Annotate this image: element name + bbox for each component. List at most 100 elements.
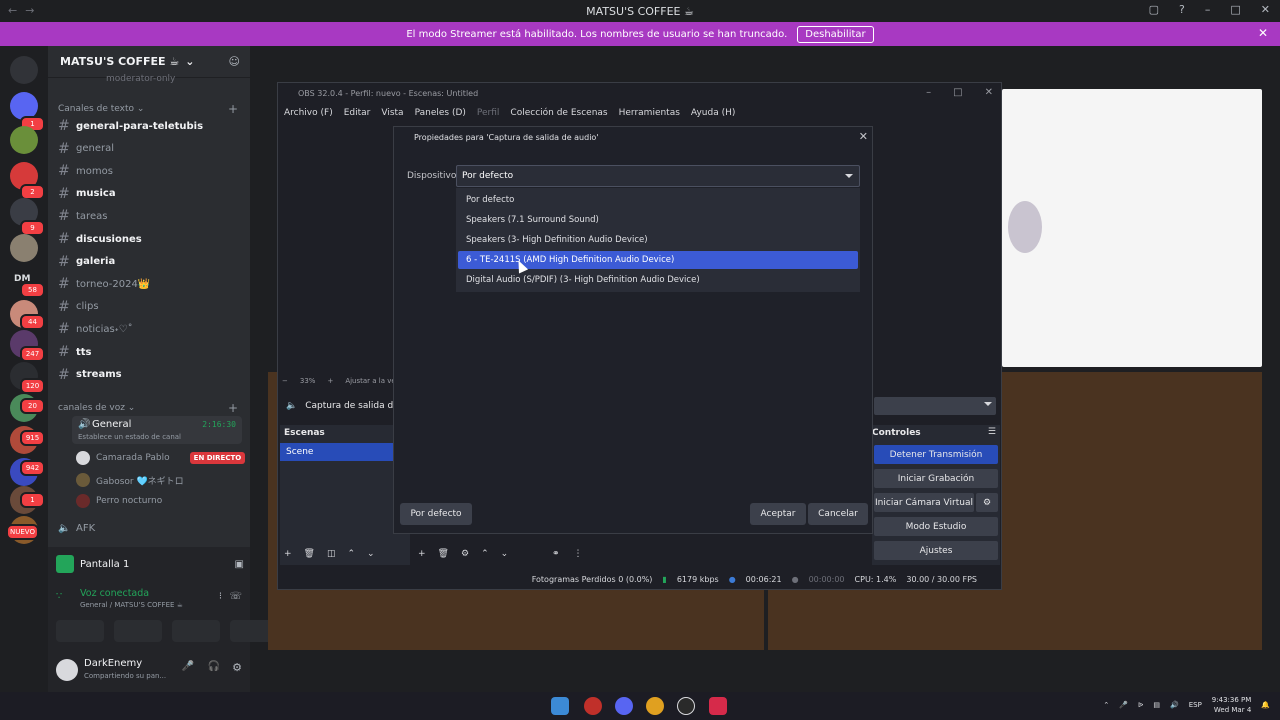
network-icon[interactable]: ▤ xyxy=(1153,701,1160,709)
close-icon[interactable]: ✕ xyxy=(1261,3,1270,16)
nav-arrows[interactable]: ←→ xyxy=(8,4,42,17)
voice-channel-general[interactable]: 🔊 General 2:16:30 Establece un estado de… xyxy=(72,416,242,444)
close-banner-icon[interactable]: ✕ xyxy=(1258,26,1268,40)
start-virtual-camera-button[interactable]: Iniciar Cámara Virtual xyxy=(874,493,974,512)
text-category[interactable]: Canales de texto ⌄ + xyxy=(58,102,238,116)
disconnect-icon[interactable]: ☏ xyxy=(229,591,242,602)
add-icon[interactable]: + xyxy=(284,549,292,559)
headphones-icon[interactable]: 🎧 xyxy=(208,661,220,672)
down-icon[interactable]: ⌄ xyxy=(501,549,509,559)
gear-icon[interactable]: ⚙ xyxy=(232,661,242,674)
text-channel[interactable]: # galeria xyxy=(58,252,242,272)
server-icon[interactable] xyxy=(10,126,38,154)
live-badge[interactable]: EN DIRECTO xyxy=(189,452,246,464)
menu-profile[interactable]: Perfil xyxy=(477,108,500,118)
windows-start-icon[interactable] xyxy=(551,697,569,715)
device-select[interactable]: Por defecto xyxy=(456,165,860,187)
maximize-icon[interactable]: □ xyxy=(953,87,962,98)
cancel-button[interactable]: Cancelar xyxy=(808,503,868,525)
voice-user[interactable]: Perro nocturno xyxy=(76,492,162,510)
start-recording-button[interactable]: Iniciar Grabación xyxy=(874,469,998,488)
add-channel-icon[interactable]: + xyxy=(228,401,238,415)
activities-button[interactable] xyxy=(172,620,220,642)
camera-button[interactable] xyxy=(56,620,104,642)
trash-icon[interactable]: 🗑 xyxy=(304,549,315,559)
app-icon[interactable] xyxy=(584,697,602,715)
stop-stream-button[interactable]: Detener Transmisión xyxy=(874,445,998,464)
text-channel[interactable]: # torneo-2024👑 xyxy=(58,274,242,294)
menu-tools[interactable]: Herramientas xyxy=(619,108,680,118)
device-option[interactable]: Digital Audio (S/PDIF) (3- High Definiti… xyxy=(458,271,858,289)
device-option[interactable]: Speakers (7.1 Surround Sound) xyxy=(458,211,858,229)
voice-status[interactable]: Establece un estado de canal xyxy=(78,433,181,441)
chrome-icon[interactable] xyxy=(646,697,664,715)
text-channel[interactable]: # general-para-teletubis xyxy=(58,116,242,136)
close-icon[interactable]: ✕ xyxy=(985,87,993,98)
text-channel[interactable]: # discusiones xyxy=(58,229,242,249)
voice-user[interactable]: Gabosor 🩵ネギトロ xyxy=(76,471,184,489)
settings-button[interactable]: Ajustes xyxy=(874,541,998,560)
scene-item[interactable]: Scene xyxy=(280,443,410,461)
text-channel[interactable]: # momos xyxy=(58,161,242,181)
defaults-button[interactable]: Por defecto xyxy=(400,503,472,525)
dock-menu-icon[interactable]: ☰ xyxy=(988,427,996,437)
source-dropdown[interactable] xyxy=(874,397,996,415)
notification-icon[interactable]: 🔔 xyxy=(1261,701,1270,709)
menu-help[interactable]: Ayuda (H) xyxy=(691,108,735,118)
trash-icon[interactable]: 🗑 xyxy=(438,549,449,559)
zoom-in-button[interactable]: + xyxy=(327,377,333,385)
voice-channel-afk[interactable]: 🔈 AFK xyxy=(58,518,242,538)
user-info[interactable]: DarkEnemy Compartiendo su pan... 🎤 🎧 ⚙ xyxy=(56,655,244,685)
close-icon[interactable]: ✕ xyxy=(859,130,868,143)
menu-view[interactable]: Vista xyxy=(381,108,403,118)
menu-scene-collection[interactable]: Colección de Escenas xyxy=(510,108,607,118)
disable-streamer-button[interactable]: Deshabilitar xyxy=(797,25,874,43)
obs-icon[interactable] xyxy=(677,697,695,715)
bluetooth-icon[interactable]: ᐉ xyxy=(1138,701,1143,709)
voice-connection[interactable]: ∵ Voz conectada General / MATSU'S COFFEE… xyxy=(56,585,244,613)
screen-share-row[interactable]: Pantalla 1 ▣ xyxy=(56,553,244,575)
add-icon[interactable]: + xyxy=(418,549,426,559)
studio-mode-button[interactable]: Modo Estudio xyxy=(874,517,998,536)
minimize-icon[interactable]: – xyxy=(1205,3,1211,16)
app-icon[interactable] xyxy=(709,697,727,715)
voice-user[interactable]: Camarada Pablo EN DIRECTO xyxy=(76,449,246,467)
text-channel[interactable]: # tts xyxy=(58,342,242,362)
soundboard-icon[interactable]: ⁝ xyxy=(219,591,222,602)
up-icon[interactable]: ⌃ xyxy=(348,549,356,559)
text-channel[interactable]: # general xyxy=(58,139,242,159)
add-channel-icon[interactable]: + xyxy=(228,102,238,116)
virtual-camera-settings-icon[interactable]: ⚙ xyxy=(976,493,998,512)
mic-icon[interactable]: 🎤 xyxy=(182,661,194,672)
clock[interactable]: 9:43:36 PM Wed Mar 4 xyxy=(1212,695,1251,715)
zoom-out-button[interactable]: − xyxy=(282,377,288,385)
minimize-icon[interactable]: – xyxy=(926,87,931,98)
volume-icon[interactable]: 🔊 xyxy=(1170,701,1179,709)
stream-preview[interactable] xyxy=(1002,89,1262,367)
gear-icon[interactable]: ⚙ xyxy=(461,549,469,559)
text-channel[interactable]: # clips xyxy=(58,297,242,317)
screen-share-button[interactable] xyxy=(114,620,162,642)
discord-icon[interactable] xyxy=(615,697,633,715)
stop-share-icon[interactable]: ▣ xyxy=(235,559,244,570)
truncated-channel[interactable]: moderator-only xyxy=(106,74,175,84)
server-icon[interactable] xyxy=(10,234,38,262)
menu-file[interactable]: Archivo (F) xyxy=(284,108,333,118)
help-icon[interactable]: ? xyxy=(1179,3,1185,16)
text-channel[interactable]: # streams xyxy=(58,365,242,385)
chevron-up-icon[interactable]: ⌃ xyxy=(1103,701,1109,709)
device-option[interactable]: Speakers (3- High Definition Audio Devic… xyxy=(458,231,858,249)
language-indicator[interactable]: ESP xyxy=(1189,701,1202,709)
add-member-icon[interactable]: ☺ xyxy=(229,55,240,68)
device-option[interactable]: Por defecto xyxy=(458,191,858,209)
down-icon[interactable]: ⌄ xyxy=(367,549,375,559)
filter-icon[interactable]: ◫ xyxy=(327,549,336,559)
maximize-icon[interactable]: □ xyxy=(1230,3,1240,16)
mic-icon[interactable]: 🎤 xyxy=(1119,701,1128,709)
link-icon[interactable]: ⚭ xyxy=(552,549,560,559)
ok-button[interactable]: Aceptar xyxy=(750,503,806,525)
text-channel[interactable]: # musica xyxy=(58,184,242,204)
text-channel[interactable]: # tareas xyxy=(58,206,242,226)
discord-home-icon[interactable] xyxy=(10,56,38,84)
up-icon[interactable]: ⌃ xyxy=(481,549,489,559)
